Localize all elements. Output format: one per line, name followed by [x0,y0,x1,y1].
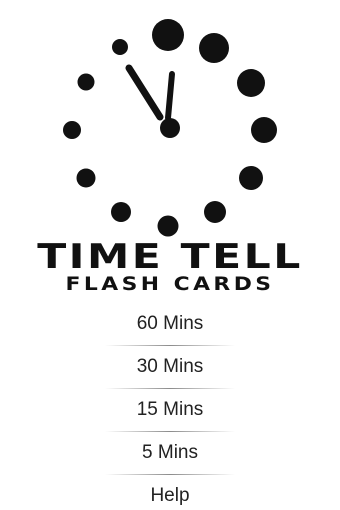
clock-dot-11 [112,39,128,55]
clock-dot-8 [76,168,96,188]
menu-item-5-mins[interactable]: 5 Mins [0,432,340,474]
clock-dot-4 [239,166,263,190]
clock-center [160,118,180,138]
menu-item-60-mins[interactable]: 60 Mins [0,303,340,345]
clock-dot-1 [199,33,229,63]
clock-dot-9 [63,121,81,139]
menu-item-30-mins[interactable]: 30 Mins [0,346,340,388]
menu-item-help[interactable]: Help [0,475,340,510]
clock-hour-hand [125,64,164,121]
clock-dot-10 [77,73,95,91]
app-title: TIME TELL FLASH CARDS [0,238,340,295]
clock-dot-2 [237,69,265,97]
app-title-main: TIME TELL [37,237,303,277]
clock-dot-5 [204,201,226,223]
clock-dot-7 [111,202,131,222]
app-title-sub: FLASH CARDS [65,273,275,295]
clock-icon [63,19,277,237]
menu-item-15-mins[interactable]: 15 Mins [0,389,340,431]
app-screen: TIME TELL FLASH CARDS 60 Mins 30 Mins 15… [0,0,340,510]
clock-dot-6 [157,215,179,237]
clock-dot-12 [152,19,184,51]
clock-minute-hand [165,71,175,121]
clock-dot-3 [251,117,277,143]
main-menu: 60 Mins 30 Mins 15 Mins 5 Mins Help [0,303,340,510]
